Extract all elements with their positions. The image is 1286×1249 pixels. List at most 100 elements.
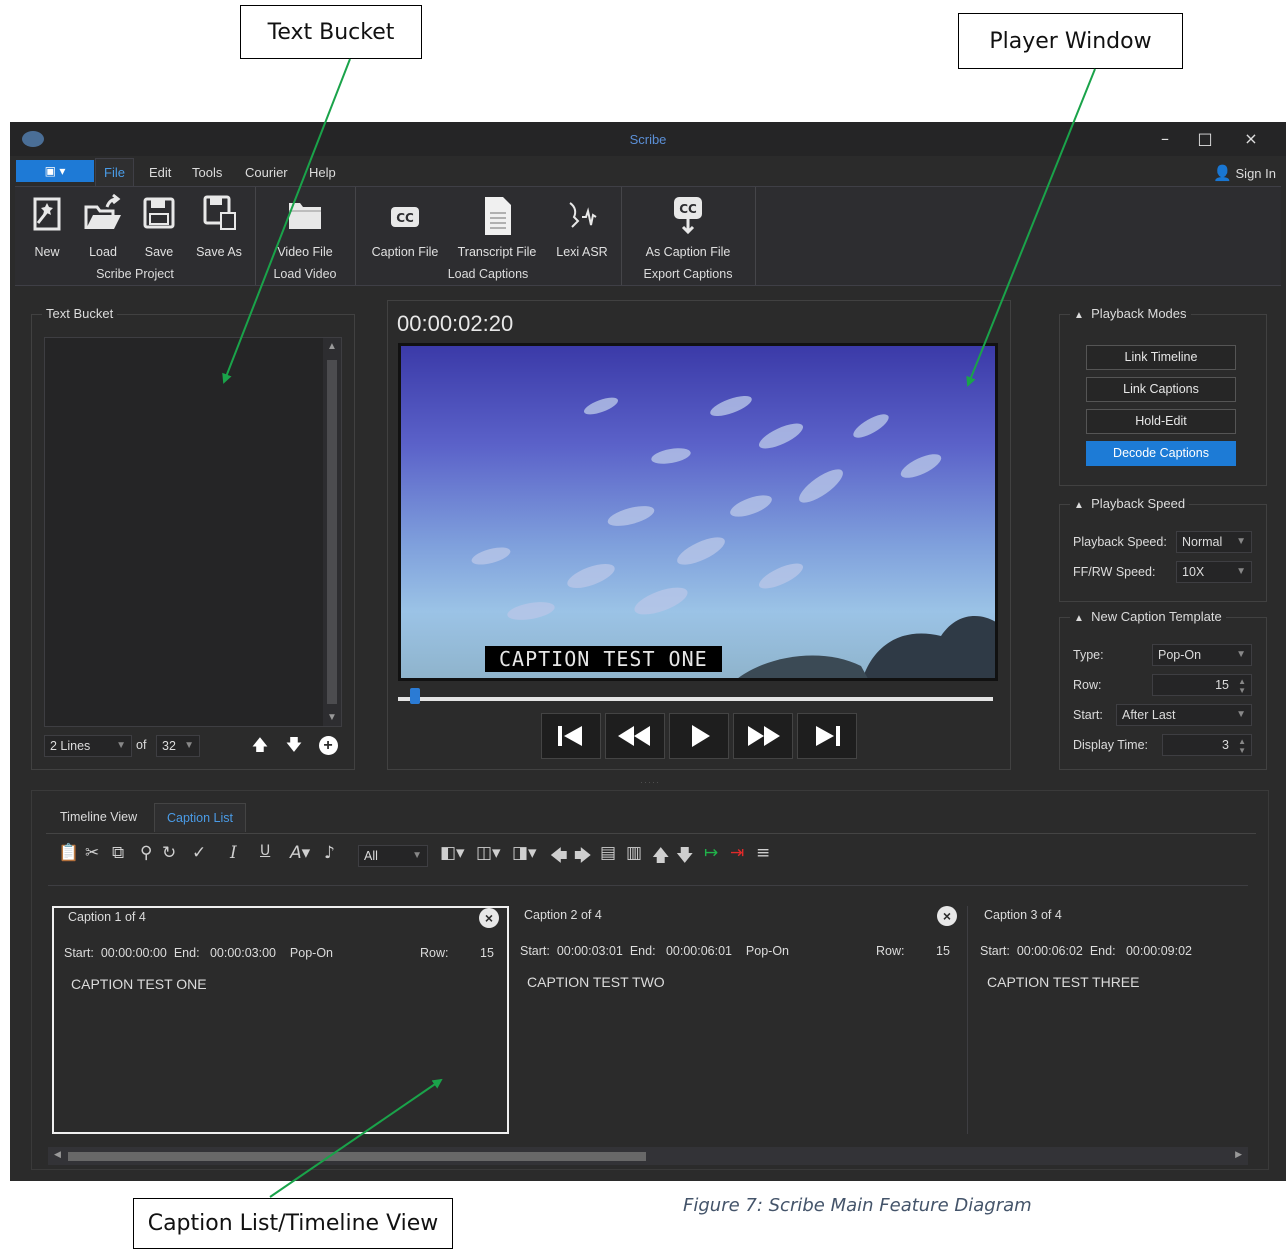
stepper-icon[interactable]: ▲ ▼: [1238, 737, 1246, 755]
scroll-up-icon[interactable]: ▲: [327, 341, 337, 352]
maximize-button[interactable]: □: [1190, 126, 1220, 152]
transcript-file-button[interactable]: Transcript File: [451, 193, 543, 259]
copy-icon[interactable]: ⧉: [112, 843, 124, 863]
callout-player-window: Player Window: [958, 13, 1183, 69]
menu-tools[interactable]: Tools: [192, 165, 222, 180]
align-center-icon[interactable]: ◫▾: [476, 843, 501, 863]
caption-file-button[interactable]: CC Caption File: [369, 193, 441, 259]
start-dropdown[interactable]: After Last ▼: [1116, 704, 1252, 726]
move-down-button[interactable]: 🡇: [282, 734, 306, 758]
caption-card-2[interactable]: Caption 2 of 4 × Start: 00:00:03:01 End:…: [510, 906, 968, 1134]
align-left-icon[interactable]: ◧▾: [440, 843, 465, 863]
set-end-icon[interactable]: ⇥: [730, 843, 744, 863]
spellcheck-icon[interactable]: ✓: [192, 843, 206, 863]
close-circle-icon[interactable]: ×: [479, 908, 499, 928]
move-right-icon[interactable]: 🡆: [574, 843, 592, 872]
underline-icon[interactable]: U: [260, 843, 270, 859]
as-caption-file-button[interactable]: CC As Caption File: [635, 193, 741, 259]
save-as-button-label: Save As: [196, 245, 242, 259]
display-time-stepper[interactable]: 3 ▲ ▼: [1162, 734, 1252, 756]
playback-speed-dropdown[interactable]: Normal ▼: [1176, 531, 1252, 553]
move-down-icon[interactable]: 🡇: [676, 843, 693, 872]
play-button[interactable]: [669, 713, 729, 759]
ribbon-group-export-captions: CC As Caption File Export Captions: [621, 187, 756, 285]
scrollbar-thumb[interactable]: [327, 360, 337, 704]
filter-dropdown[interactable]: All ▼: [358, 845, 428, 867]
save-as-icon: [203, 195, 236, 230]
seek-handle[interactable]: [409, 688, 420, 704]
app-menu-button[interactable]: ▣ ▾: [16, 160, 94, 182]
paste-icon[interactable]: 📋: [58, 843, 79, 863]
minimize-button[interactable]: –: [1150, 126, 1180, 152]
caption-card-3[interactable]: Caption 3 of 4 Start: 00:00:06:02 End: 0…: [970, 906, 1248, 1134]
type-dropdown[interactable]: Pop-On ▼: [1152, 644, 1252, 666]
template-header[interactable]: ▲ New Caption Template: [1070, 609, 1226, 624]
move-up-button[interactable]: 🡅: [248, 734, 272, 758]
seek-bar[interactable]: [398, 697, 993, 701]
video-file-button[interactable]: Video File: [271, 193, 339, 259]
playback-modes-panel: ▲ Playback Modes Link Timeline Link Capt…: [1059, 306, 1267, 486]
ffrw-speed-dropdown[interactable]: 10X ▼: [1176, 561, 1252, 583]
splitter-handle[interactable]: ·····: [640, 777, 660, 787]
dropdown-arrow-icon: ▼: [1236, 566, 1246, 577]
rewind-icon: [618, 726, 650, 746]
total-lines-dropdown[interactable]: 32 ▼: [156, 735, 200, 757]
scroll-right-icon[interactable]: ▶: [1235, 1149, 1242, 1160]
insert-caption-icon[interactable]: ≡: [756, 843, 770, 863]
player-panel: 00:00:02:20 CAPTION TEST ONE: [387, 300, 1011, 770]
caption-text[interactable]: CAPTION TEST THREE: [987, 974, 1139, 990]
save-as-button[interactable]: Save As: [189, 193, 249, 259]
move-left-icon[interactable]: 🡄: [550, 843, 568, 872]
row-stepper[interactable]: 15 ▲ ▼: [1152, 674, 1252, 696]
skip-to-end-button[interactable]: [797, 713, 857, 759]
sign-in-link[interactable]: 👤 Sign In: [1213, 164, 1276, 182]
save-button[interactable]: Save: [137, 193, 181, 259]
set-start-icon[interactable]: ↦: [704, 843, 718, 863]
scrollbar-thumb[interactable]: [68, 1152, 646, 1161]
playback-modes-header[interactable]: ▲ Playback Modes: [1070, 306, 1191, 321]
caption-list-scrollbar[interactable]: ◀ ▶: [48, 1147, 1248, 1165]
transcript-file-label: Transcript File: [457, 245, 537, 259]
figure-caption: Figure 7: Scribe Main Feature Diagram: [683, 1195, 1032, 1216]
text-bucket-scrollbar[interactable]: ▲ ▼: [323, 338, 341, 726]
hold-edit-button[interactable]: Hold-Edit: [1086, 409, 1236, 434]
cut-icon[interactable]: ✂: [85, 843, 99, 863]
close-button[interactable]: ×: [1236, 126, 1266, 152]
italic-icon[interactable]: I: [230, 843, 237, 863]
tab-caption-list[interactable]: Caption List: [154, 803, 247, 832]
music-note-icon[interactable]: ♪: [324, 843, 335, 863]
find-icon[interactable]: ⚲: [140, 843, 152, 863]
row-bottom-icon[interactable]: ▥: [626, 843, 642, 863]
load-button[interactable]: Load: [79, 193, 127, 259]
tab-timeline-view[interactable]: Timeline View: [48, 803, 149, 831]
add-button[interactable]: +: [316, 734, 340, 758]
menu-edit[interactable]: Edit: [149, 165, 171, 180]
playback-speed-header[interactable]: ▲ Playback Speed: [1070, 496, 1190, 511]
stepper-icon[interactable]: ▲ ▼: [1238, 677, 1246, 695]
fast-forward-button[interactable]: [733, 713, 793, 759]
decode-captions-button[interactable]: Decode Captions: [1086, 441, 1236, 466]
row-top-icon[interactable]: ▤: [600, 843, 616, 863]
text-bucket-area[interactable]: ▲ ▼: [44, 337, 342, 727]
scroll-left-icon[interactable]: ◀: [54, 1149, 61, 1160]
lexi-asr-button[interactable]: Lexi ASR: [551, 193, 613, 259]
video-frame[interactable]: CAPTION TEST ONE: [398, 343, 998, 681]
move-up-icon[interactable]: 🡅: [652, 843, 669, 872]
skip-to-start-button[interactable]: [541, 713, 601, 759]
rewind-button[interactable]: [605, 713, 665, 759]
caption-text[interactable]: CAPTION TEST ONE: [71, 976, 207, 992]
replace-icon[interactable]: ↻: [162, 843, 176, 863]
menu-courier[interactable]: Courier: [245, 165, 288, 180]
link-timeline-button[interactable]: Link Timeline: [1086, 345, 1236, 370]
scroll-down-icon[interactable]: ▼: [327, 712, 337, 723]
caption-card-1[interactable]: Caption 1 of 4 × Start: 00:00:00:00 End:…: [52, 906, 509, 1134]
menu-file[interactable]: File: [95, 158, 134, 187]
new-button[interactable]: New: [23, 193, 71, 259]
close-circle-icon[interactable]: ×: [937, 906, 957, 926]
menu-help[interactable]: Help: [309, 165, 336, 180]
lines-dropdown[interactable]: 2 Lines ▼: [44, 735, 132, 757]
align-right-icon[interactable]: ◨▾: [512, 843, 537, 863]
font-color-icon[interactable]: A▾: [290, 843, 310, 863]
caption-text[interactable]: CAPTION TEST TWO: [527, 974, 665, 990]
link-captions-button[interactable]: Link Captions: [1086, 377, 1236, 402]
